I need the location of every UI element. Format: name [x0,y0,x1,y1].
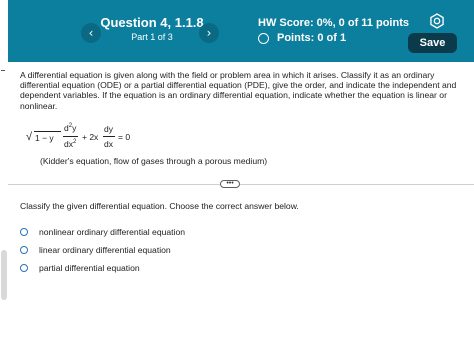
question-part: Part 1 of 3 [131,32,173,42]
instruction-text: Classify the given differential equation… [20,201,299,211]
fraction2-numerator: dy [104,124,113,134]
option-label[interactable]: partial differential equation [39,263,140,273]
fraction1-bar [63,136,78,137]
equation-caption: (Kidder's equation, flow of gases throug… [40,156,268,166]
plus-term: + 2x [82,132,99,142]
fraction1-denominator: dx2 [64,139,77,149]
gear-icon[interactable] [429,13,445,29]
fraction2-bar [103,136,115,137]
option-label[interactable]: nonlinear ordinary differential equation [39,227,185,237]
expand-button[interactable]: ••• [220,180,240,188]
chevron-left-icon: ‹ [88,26,94,40]
answer-option[interactable]: partial differential equation [20,263,140,273]
option-label[interactable]: linear ordinary differential equation [39,245,171,255]
radio-button[interactable] [20,228,28,236]
question-title: Question 4, 1.1.8 [100,15,204,30]
radicand: 1 − y [35,133,54,143]
points-row: Points: 0 of 1 [258,32,346,44]
fraction2-denominator: dx [104,139,113,149]
question-header: ‹ Question 4, 1.1.8 Part 1 of 3 › HW Sco… [8,0,474,62]
rail-marker [1,70,5,71]
answer-option[interactable]: linear ordinary differential equation [20,245,171,255]
left-rail [0,0,8,338]
hw-score: HW Score: 0%, 0 of 11 points [258,17,409,29]
scrollbar[interactable] [1,250,7,300]
answer-option[interactable]: nonlinear ordinary differential equation [20,227,185,237]
equals-zero: = 0 [118,132,131,142]
previous-question-button[interactable]: ‹ [81,23,101,43]
radical-bar [34,131,61,132]
chevron-right-icon: › [206,26,212,40]
question-prompt: A differential equation is given along w… [20,70,457,111]
sqrt-symbol: √ [26,131,33,143]
equation: √ 1 − y d2y dx2 + 2x dy dx = 0 [26,122,226,156]
section-divider [8,184,474,185]
save-button[interactable]: Save [408,33,457,53]
radio-button[interactable] [20,264,28,272]
radio-button[interactable] [20,246,28,254]
next-question-button[interactable]: › [199,23,219,43]
progress-circle-icon [258,32,269,44]
points-text: Points: 0 of 1 [277,32,347,44]
fraction1-numerator: d2y [64,123,77,133]
